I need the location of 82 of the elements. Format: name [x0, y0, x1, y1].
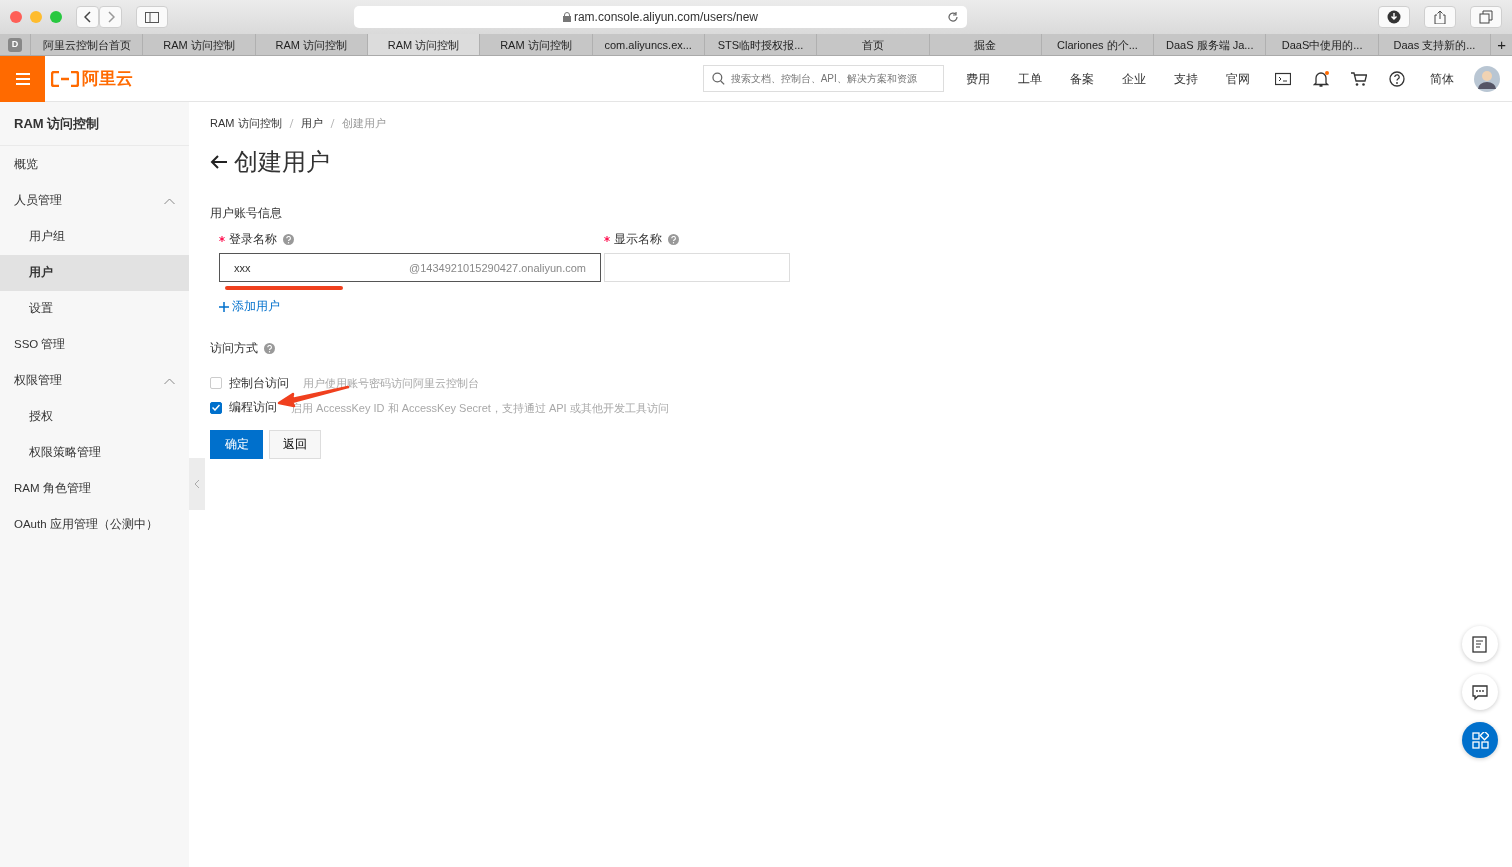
sidebar-button[interactable]: [136, 6, 168, 28]
nav-link[interactable]: 企业: [1122, 69, 1146, 88]
menu-button[interactable]: [0, 55, 45, 102]
apps-button[interactable]: [1462, 722, 1498, 758]
field-label: 显示名称: [614, 231, 662, 247]
sidebar-item[interactable]: 概览: [0, 147, 189, 183]
back-arrow-icon[interactable]: [210, 154, 228, 170]
back-button[interactable]: 返回: [269, 429, 321, 459]
download-icon: [1387, 10, 1401, 24]
sidebar-item[interactable]: RAM 角色管理: [0, 471, 189, 507]
apps-icon: [1471, 731, 1489, 749]
share-icon: [1433, 10, 1447, 24]
field-label: 登录名称: [229, 231, 277, 247]
cart-icon[interactable]: [1351, 70, 1367, 87]
sidebar-icon: [145, 11, 159, 23]
checkbox-label[interactable]: 控制台访问: [229, 374, 289, 392]
display-name-field[interactable]: [604, 253, 790, 283]
tab-badge: D: [8, 37, 22, 52]
share-button[interactable]: [1424, 6, 1456, 28]
login-name-field[interactable]: xxx @1434921015290427.onaliyun.com: [219, 253, 601, 283]
address-bar[interactable]: ram.console.aliyun.com/users/new: [354, 6, 967, 28]
nav-link[interactable]: 工单: [1018, 69, 1042, 88]
forward-icon: [106, 11, 115, 23]
separator-icon: [288, 118, 294, 128]
url-text: ram.console.aliyun.com/users/new: [573, 9, 759, 26]
sidebar-item[interactable]: SSO 管理: [0, 327, 189, 363]
add-user-link[interactable]: 添加用户: [219, 298, 280, 316]
checkbox-label[interactable]: 编程访问: [229, 399, 277, 417]
chevron-left-icon: [194, 479, 200, 489]
section-title: 用户账号信息: [210, 206, 283, 221]
language-link[interactable]: 简体: [1430, 69, 1454, 88]
collapse-handle[interactable]: [189, 458, 205, 510]
domain-suffix: @1434921015290427.onaliyun.com: [409, 260, 586, 276]
bell-icon[interactable]: [1313, 70, 1329, 87]
help-icon: [264, 342, 275, 354]
breadcrumb-current: 创建用户: [341, 115, 386, 131]
browser-tab[interactable]: RAM 访问控制: [366, 34, 480, 55]
plus-icon: [219, 301, 229, 312]
field-value: xxx: [234, 260, 251, 276]
chat-icon: [1471, 683, 1489, 701]
search-field[interactable]: 搜索文档、控制台、API、解决方案和资源: [703, 65, 944, 92]
page-title: 创建用户: [234, 147, 330, 177]
nav-link[interactable]: 费用: [966, 69, 990, 88]
breadcrumb-link[interactable]: RAM 访问控制: [210, 114, 282, 132]
check-icon: [212, 404, 220, 412]
checkbox[interactable]: [210, 401, 222, 414]
sidebar-item[interactable]: 权限管理: [0, 363, 189, 399]
logo-text: 阿里云: [82, 67, 133, 90]
nav-link[interactable]: 支持: [1174, 69, 1198, 88]
help-icon[interactable]: [1389, 70, 1405, 87]
help-icon: [668, 233, 679, 245]
download-button[interactable]: [1378, 6, 1410, 28]
back-icon: [83, 11, 92, 23]
sidebar-item[interactable]: 设置: [0, 291, 189, 327]
sidebar-item[interactable]: 用户组: [0, 219, 189, 255]
avatar-icon[interactable]: [1474, 65, 1500, 92]
logo-icon: [51, 70, 79, 87]
tabs-overview-button[interactable]: [1470, 6, 1502, 28]
chat-button[interactable]: [1462, 674, 1498, 710]
document-icon: [1471, 635, 1489, 653]
separator-icon: [329, 118, 335, 128]
section-title: 访问方式: [210, 340, 258, 356]
option-description: 用户使用账号密码访问阿里云控制台: [303, 376, 479, 391]
confirm-button[interactable]: 确定: [210, 429, 263, 459]
nav-link[interactable]: 备案: [1070, 69, 1094, 88]
breadcrumb-link[interactable]: 用户: [300, 114, 323, 132]
sidebar-item[interactable]: 权限策略管理: [0, 435, 189, 471]
tabs-icon: [1479, 10, 1493, 24]
sidebar-item[interactable]: 人员管理: [0, 183, 189, 219]
search-icon: [712, 72, 725, 85]
nav-link[interactable]: 官网: [1226, 69, 1250, 88]
sidebar-title: RAM 访问控制: [0, 102, 189, 146]
sidebar-item[interactable]: OAuth 应用管理（公测中）: [0, 507, 189, 543]
sidebar-item[interactable]: 授权: [0, 399, 189, 435]
lock-icon: [562, 12, 571, 22]
terminal-icon[interactable]: [1275, 70, 1291, 87]
back-button[interactable]: [76, 6, 99, 28]
feedback-button[interactable]: [1462, 626, 1498, 662]
reload-icon[interactable]: [947, 11, 959, 23]
help-icon: [283, 233, 294, 245]
sidebar-item[interactable]: 用户: [0, 255, 189, 291]
menu-icon: [15, 72, 30, 85]
